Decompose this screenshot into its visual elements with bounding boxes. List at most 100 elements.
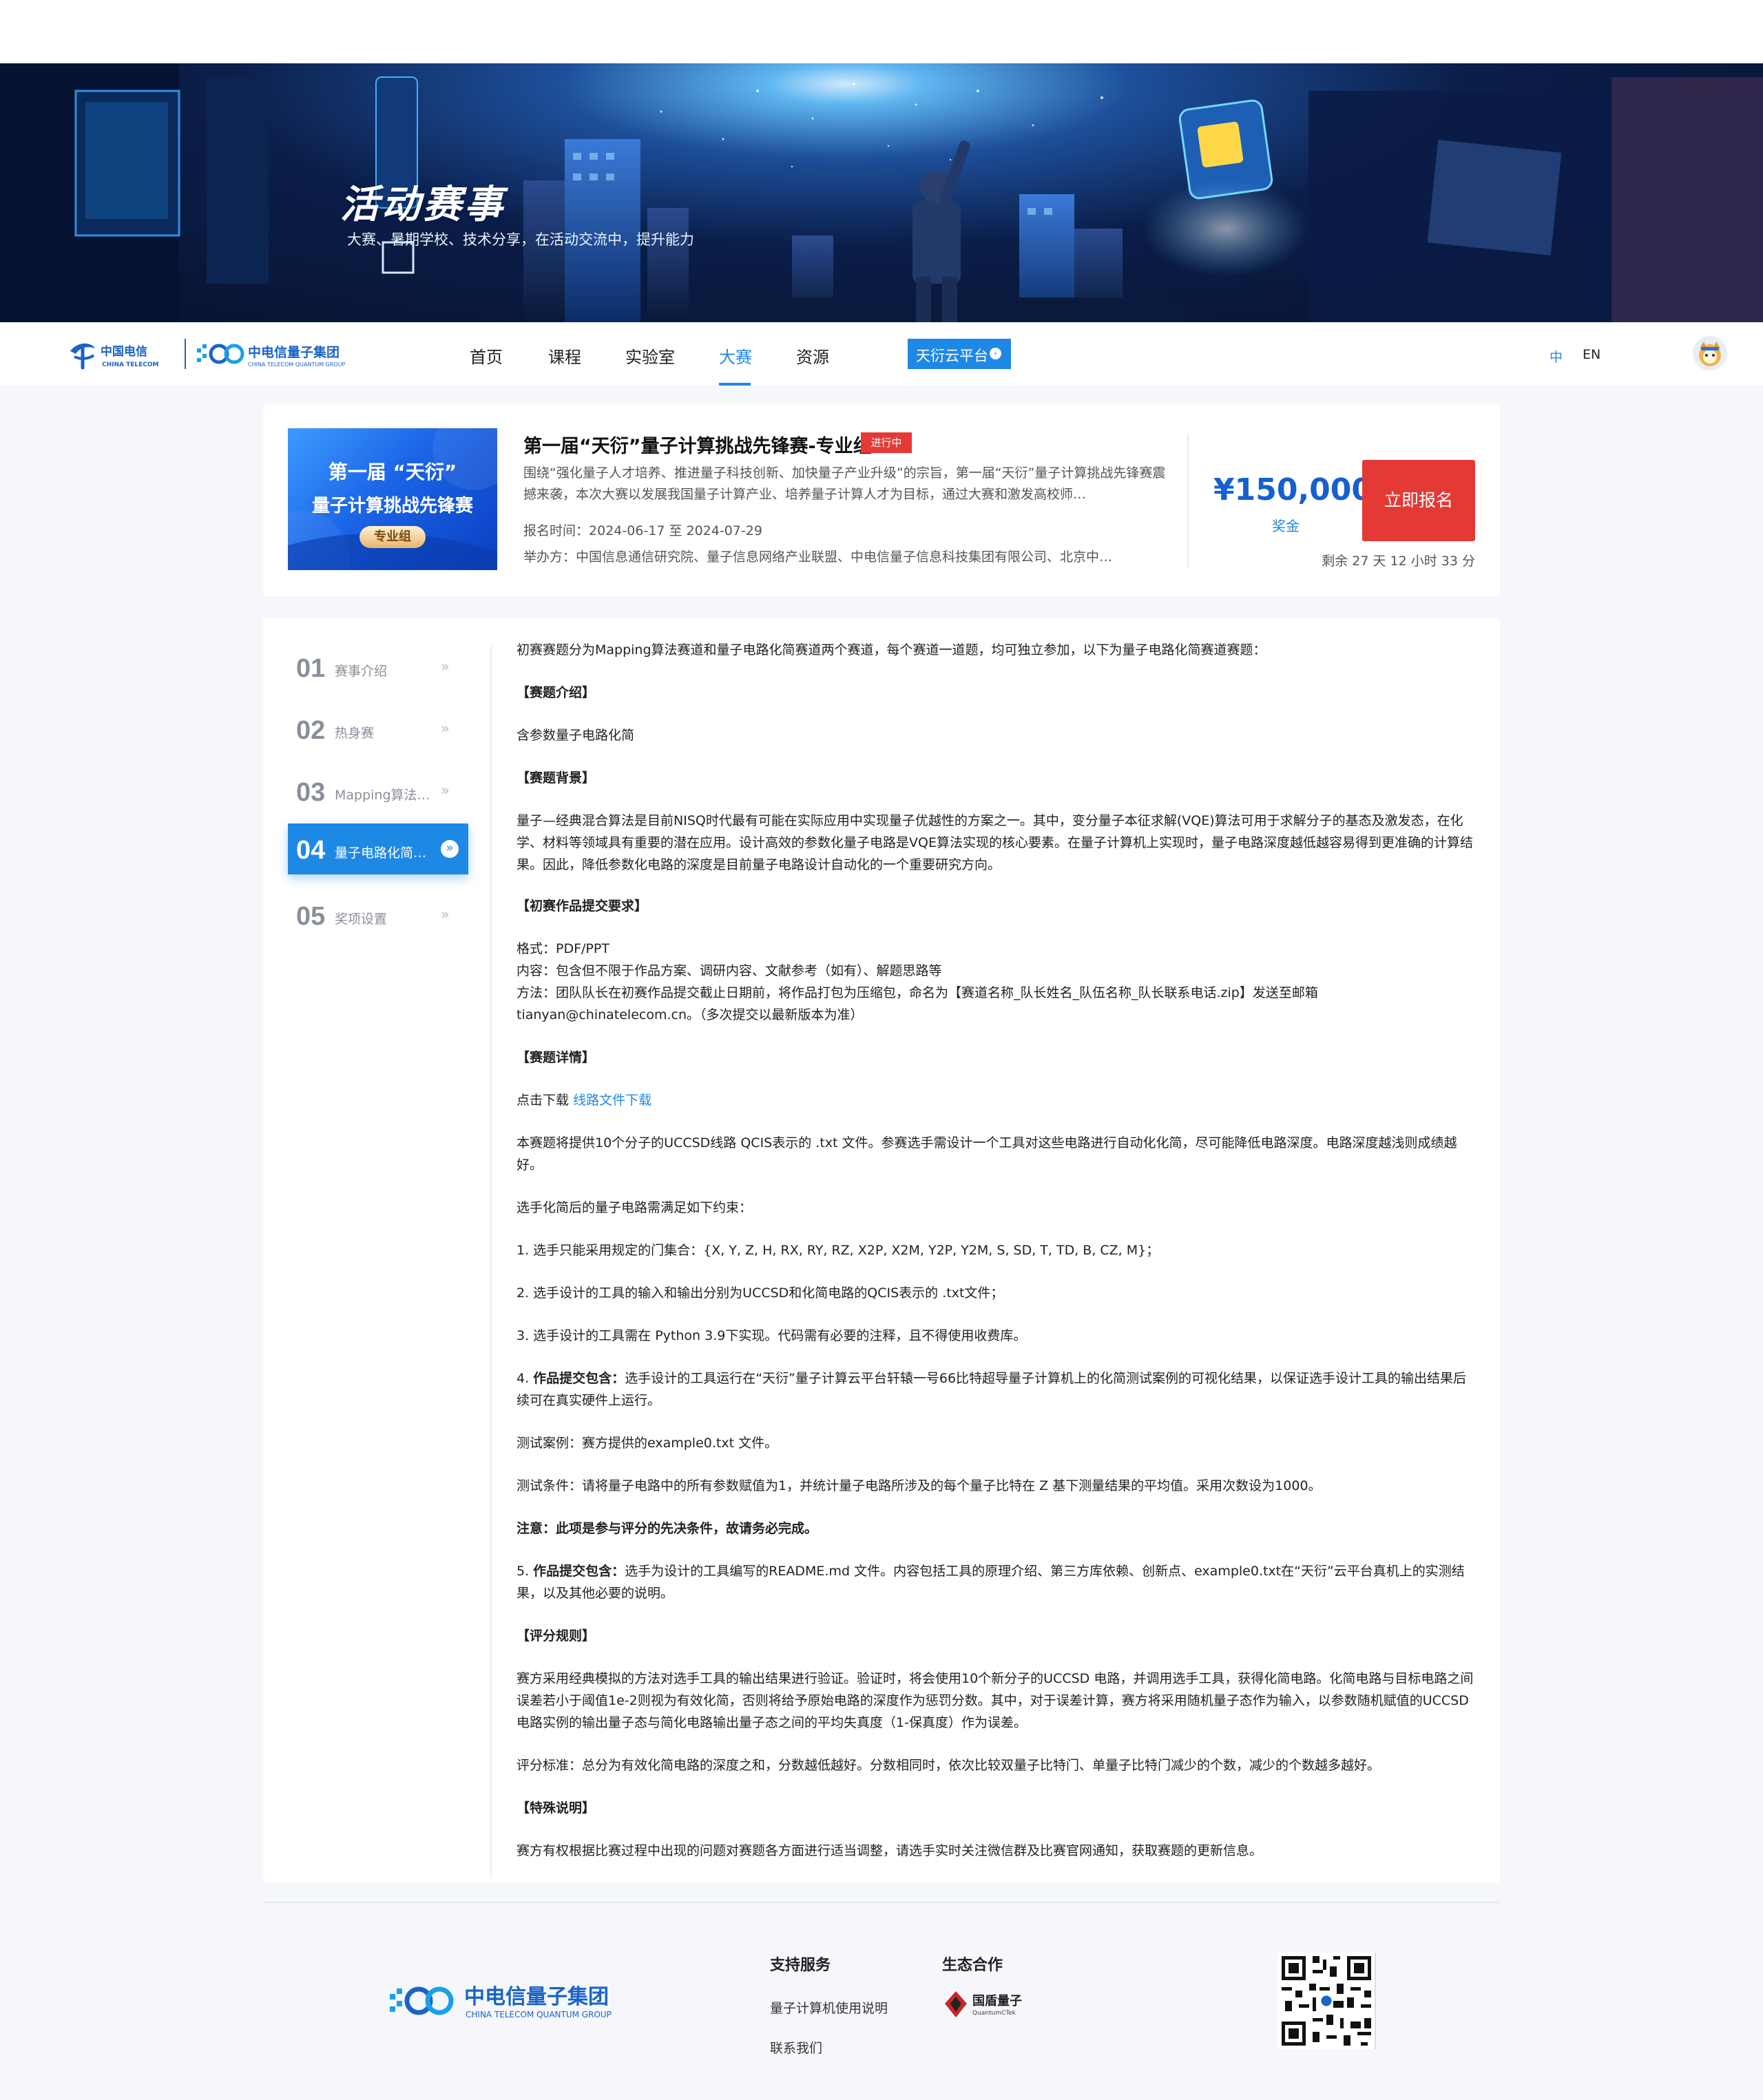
submission-format: 格式：PDF/PPT bbox=[517, 941, 609, 956]
detail-paragraph-1: 本赛题将提供10个分子的UCCSD线路 QCIS表示的 .txt 文件。参赛选手… bbox=[517, 1135, 1457, 1173]
prize-label: 奖金 bbox=[1272, 518, 1300, 534]
footer: 中电信量子集团 CHINA TELECOM QUANTUM GROUP 支持服务… bbox=[0, 1882, 1763, 2100]
section-heading-background: 【赛题背景】 bbox=[517, 770, 596, 786]
sidebar-item-warmup[interactable]: 02 热身赛 » bbox=[288, 704, 468, 755]
sidebar-item-label: 奖项设置 bbox=[335, 912, 388, 927]
submission-method: 方法：团队队长在初赛作品提交截止日期前，将作品打包为压缩包，命名为【赛道名称_队… bbox=[517, 985, 1318, 1022]
download-line: 点击下载 线路文件下载 bbox=[517, 1089, 1478, 1111]
quantumctek-logo[interactable]: 国盾量子 QuantumCTek bbox=[942, 1988, 1032, 2020]
prize-amount: ¥150,000 bbox=[1213, 472, 1373, 507]
sidebar-item-label: 赛事介绍 bbox=[335, 664, 388, 679]
tianyan-cloud-button[interactable]: 天衍云平台 › bbox=[908, 339, 1011, 369]
sidebar-item-number: 01 bbox=[296, 654, 326, 683]
sidebar-item-mapping[interactable]: 03 Mapping算法… » bbox=[288, 766, 468, 817]
sidebar-divider bbox=[490, 646, 492, 1878]
constraint-5: 5. 作品提交包含：选手为设计的工具编写的README.md 文件。内容包括工具… bbox=[517, 1560, 1478, 1604]
section-heading-special: 【特殊说明】 bbox=[517, 1800, 596, 1816]
double-chevron-right-icon: » bbox=[441, 658, 450, 675]
test-case: 测试案例：赛方提供的example0.txt 文件。 bbox=[517, 1436, 778, 1451]
competition-description: 围绕“强化量子人才培养、推进量子科技创新、加快量子产业升级”的宗旨，第一届“天衍… bbox=[523, 465, 1166, 502]
section-heading-scoring: 【评分规则】 bbox=[517, 1628, 596, 1644]
section-heading-submission: 【初赛作品提交要求】 bbox=[517, 899, 648, 914]
cloud-button-label: 天衍云平台 bbox=[916, 348, 988, 364]
hero-banner: 活动赛事 大赛、暑期学校、技术分享，在活动交流中，提升能力 bbox=[0, 63, 1763, 322]
quantum-group-logo[interactable]: 中电信量子集团 CHINA TELECOM QUANTUM GROUP bbox=[196, 339, 361, 370]
double-chevron-right-icon: » bbox=[441, 906, 450, 923]
footer-link-manual[interactable]: 量子计算机使用说明 bbox=[770, 1998, 888, 2017]
test-condition: 测试条件：请将量子电路中的所有参数赋值为1，并统计量子电路所涉及的每个量子比特在… bbox=[517, 1478, 1322, 1493]
competition-title[interactable]: 第一届“天衍”量子计算挑战先锋赛-专业组 bbox=[523, 431, 872, 458]
card-divider bbox=[1187, 434, 1189, 569]
constraint-2: 2. 选手设计的工具的输入和输出分别为UCCSD和化简电路的QCIS表示的 .t… bbox=[517, 1285, 1004, 1301]
sidebar-item-label: 量子电路化简… bbox=[335, 846, 427, 861]
footer-support-title: 支持服务 bbox=[770, 1957, 831, 1974]
section-heading-detail: 【赛题详情】 bbox=[517, 1050, 596, 1065]
china-telecom-logo[interactable]: 中国电信 CHINA TELECOM bbox=[67, 339, 171, 370]
svg-text:中电信量子集团: 中电信量子集团 bbox=[248, 344, 340, 360]
sidebar-item-awards[interactable]: 05 奖项设置 » bbox=[288, 890, 468, 941]
constraint-3: 3. 选手设计的工具需在 Python 3.9下实现。代码需有必要的注释，且不得… bbox=[517, 1328, 1027, 1343]
poster-title-line2: 量子计算挑战先锋赛 bbox=[311, 496, 473, 516]
qr-divider bbox=[1375, 1953, 1376, 2049]
competition-card: 第一届 “天衍” 量子计算挑战先锋赛 专业组 第一届“天衍”量子计算挑战先锋赛-… bbox=[263, 403, 1500, 596]
competition-poster[interactable]: 第一届 “天衍” 量子计算挑战先锋赛 专业组 bbox=[288, 428, 497, 570]
constraint-4: 4. 作品提交包含：选手设计的工具运行在“天衍”量子计算云平台轩辕一号66比特超… bbox=[517, 1367, 1478, 1411]
detail-paragraph-2: 选手化简后的量子电路需满足如下约束： bbox=[517, 1200, 753, 1215]
background-paragraph: 量子—经典混合算法是目前NISQ时代最有可能在实际应用中实现量子优越性的方案之一… bbox=[517, 813, 1473, 872]
sidebar-item-label: Mapping算法… bbox=[335, 788, 430, 803]
nav-active-indicator bbox=[719, 383, 751, 386]
nav-home[interactable]: 首页 bbox=[470, 344, 503, 368]
registration-date-label: 报名时间： bbox=[523, 523, 590, 538]
constraint-5-number: 5. bbox=[517, 1564, 534, 1579]
logo-separator bbox=[185, 339, 186, 369]
nav-competition[interactable]: 大赛 bbox=[719, 344, 752, 368]
prerequisite-note: 注意：此项是参与评分的先决条件，故请务必完成。 bbox=[517, 1521, 818, 1536]
svg-text:中电信量子集团: 中电信量子集团 bbox=[464, 1985, 609, 2009]
footer-divider bbox=[263, 1902, 1500, 1903]
svg-text:国盾量子: 国盾量子 bbox=[972, 1993, 1022, 2008]
intro-paragraph: 初赛赛题分为Mapping算法赛道和量子电路化简赛道两个赛道，每个赛道一道题，均… bbox=[517, 642, 1266, 658]
circuit-file-download-link[interactable]: 线路文件下载 bbox=[573, 1093, 651, 1108]
sidebar-item-label: 热身赛 bbox=[335, 726, 375, 741]
svg-text:中国电信: 中国电信 bbox=[101, 344, 147, 359]
sidebar-item-circuit-simplification[interactable]: 04 量子电路化简… » bbox=[288, 823, 468, 874]
status-badge: 进行中 bbox=[861, 432, 912, 453]
signup-button[interactable]: 立即报名 bbox=[1362, 460, 1475, 541]
footer-ecosystem-title: 生态合作 bbox=[942, 1957, 1003, 1974]
constraint-4-text: 选手设计的工具运行在“天衍”量子计算云平台轩辕一号66比特超导量子计算机上的化简… bbox=[517, 1371, 1467, 1408]
sidebar-item-intro[interactable]: 01 赛事介绍 » bbox=[288, 642, 468, 693]
avatar[interactable] bbox=[1693, 336, 1727, 370]
sidebar-item-number: 02 bbox=[296, 716, 326, 745]
constraint-4-bold: 作品提交包含： bbox=[533, 1371, 625, 1386]
lang-zh[interactable]: 中 bbox=[1550, 347, 1563, 366]
constraint-5-bold: 作品提交包含： bbox=[533, 1564, 625, 1579]
footer-link-contact[interactable]: 联系我们 bbox=[770, 2038, 822, 2057]
footer-quantum-group-logo: 中电信量子集团 CHINA TELECOM QUANTUM GROUP bbox=[388, 1979, 636, 2023]
scoring-paragraph-2: 评分标准：总分为有效化简电路的深度之和，分数越低越好。分数相同时，依次比较双量子… bbox=[517, 1758, 1381, 1773]
lang-en[interactable]: EN bbox=[1583, 347, 1600, 362]
organizer-label: 举办方： bbox=[523, 549, 576, 565]
countdown: 剩余 27 天 12 小时 33 分 bbox=[1322, 554, 1475, 569]
nav-courses[interactable]: 课程 bbox=[548, 344, 581, 368]
banner-illustration bbox=[0, 63, 1763, 322]
nav-lab[interactable]: 实验室 bbox=[625, 344, 675, 368]
double-chevron-right-icon: » bbox=[441, 720, 450, 737]
special-note: 赛方有权根据比赛过程中出现的问题对赛题各方面进行适当调整，请选手实时关注微信群及… bbox=[517, 1843, 1263, 1858]
double-chevron-right-icon: » bbox=[441, 782, 450, 799]
constraint-5-text: 选手为设计的工具编写的README.md 文件。内容包括工具的原理介绍、第三方库… bbox=[517, 1564, 1465, 1601]
svg-text:CHINA TELECOM: CHINA TELECOM bbox=[102, 361, 159, 368]
competition-detail-panel: 01 赛事介绍 » 02 热身赛 » 03 Mapping算法… » 04 量子… bbox=[263, 618, 1500, 1882]
topic-name: 含参数量子电路化简 bbox=[517, 728, 635, 743]
submission-scope: 内容：包含但不限于作品方案、调研内容、文献参考（如有）、解题思路等 bbox=[517, 963, 942, 978]
nav-resources[interactable]: 资源 bbox=[796, 344, 829, 368]
top-blank-strip bbox=[0, 0, 1763, 63]
section-heading-intro: 【赛题介绍】 bbox=[517, 685, 596, 700]
person-silhouette bbox=[912, 140, 970, 322]
sidebar-item-number: 03 bbox=[296, 778, 326, 807]
poster-group-tag: 专业组 bbox=[359, 526, 426, 548]
download-prefix: 点击下载 bbox=[517, 1093, 570, 1108]
scoring-paragraph-1: 赛方采用经典模拟的方法对选手工具的输出结果进行验证。验证时，将会使用10个新分子… bbox=[517, 1671, 1474, 1730]
svg-text:QuantumCTek: QuantumCTek bbox=[972, 2010, 1016, 2017]
svg-text:CHINA TELECOM QUANTUM GROUP: CHINA TELECOM QUANTUM GROUP bbox=[248, 361, 345, 368]
svg-text:CHINA TELECOM QUANTUM GROUP: CHINA TELECOM QUANTUM GROUP bbox=[466, 2010, 612, 2019]
